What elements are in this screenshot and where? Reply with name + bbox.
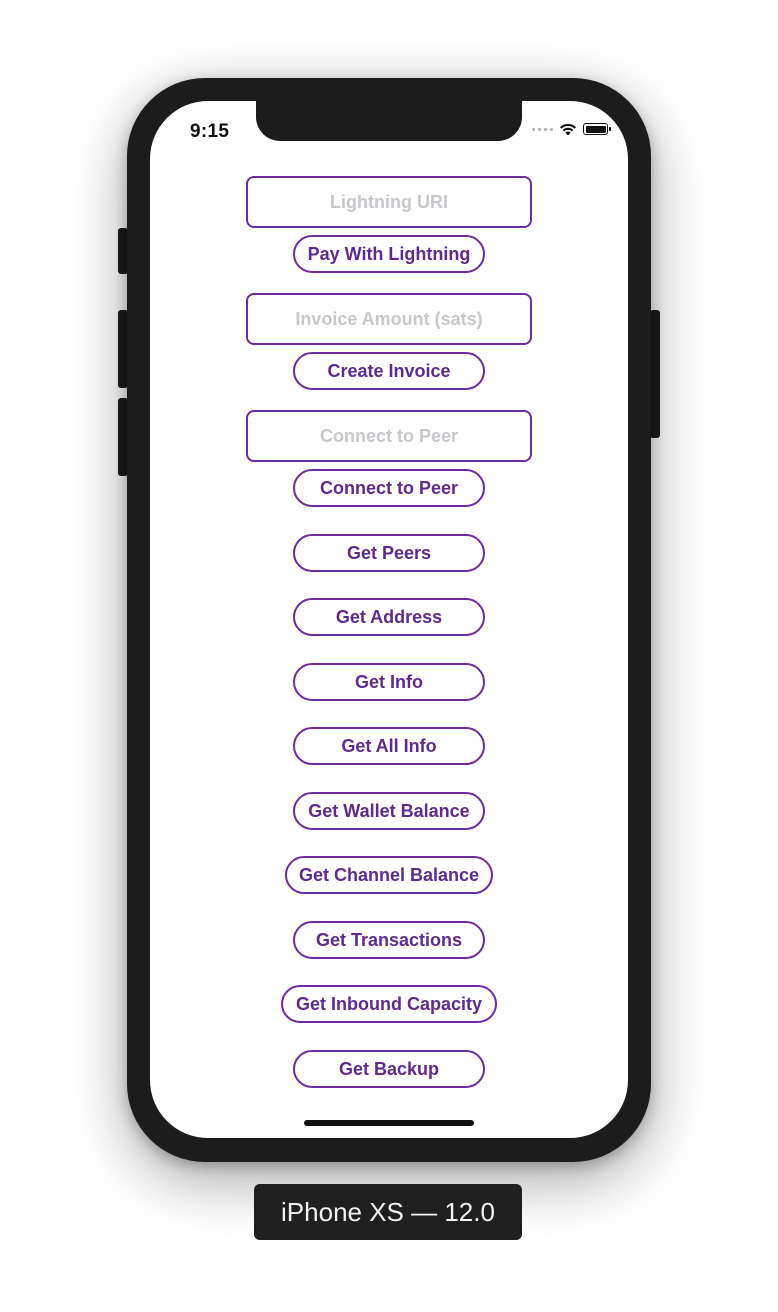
- get-all-info-button[interactable]: Get All Info: [293, 727, 485, 765]
- simulator-stage: 9:15 Pay With Lightning Create Invoice C…: [0, 0, 778, 1312]
- status-icons: [532, 122, 611, 136]
- power-button: [650, 310, 660, 438]
- get-channel-balance-button[interactable]: Get Channel Balance: [285, 856, 493, 894]
- get-peers-button[interactable]: Get Peers: [293, 534, 485, 572]
- wifi-icon: [559, 122, 577, 136]
- lightning-uri-input[interactable]: [246, 176, 532, 228]
- pay-with-lightning-button[interactable]: Pay With Lightning: [293, 235, 485, 273]
- battery-icon: [583, 123, 611, 135]
- get-address-button[interactable]: Get Address: [293, 598, 485, 636]
- invoice-amount-input[interactable]: [246, 293, 532, 345]
- get-backup-button[interactable]: Get Backup: [293, 1050, 485, 1088]
- get-info-button[interactable]: Get Info: [293, 663, 485, 701]
- connect-peer-input[interactable]: [246, 410, 532, 462]
- signal-dots-icon: [532, 127, 553, 131]
- notch: [256, 101, 522, 141]
- get-transactions-button[interactable]: Get Transactions: [293, 921, 485, 959]
- status-time: 9:15: [190, 121, 230, 142]
- device-label: iPhone XS — 12.0: [254, 1184, 522, 1240]
- get-inbound-capacity-button[interactable]: Get Inbound Capacity: [281, 985, 497, 1023]
- device-screen: 9:15 Pay With Lightning Create Invoice C…: [150, 101, 628, 1138]
- connect-to-peer-button[interactable]: Connect to Peer: [293, 469, 485, 507]
- home-indicator[interactable]: [304, 1120, 474, 1126]
- create-invoice-button[interactable]: Create Invoice: [293, 352, 485, 390]
- get-wallet-balance-button[interactable]: Get Wallet Balance: [293, 792, 485, 830]
